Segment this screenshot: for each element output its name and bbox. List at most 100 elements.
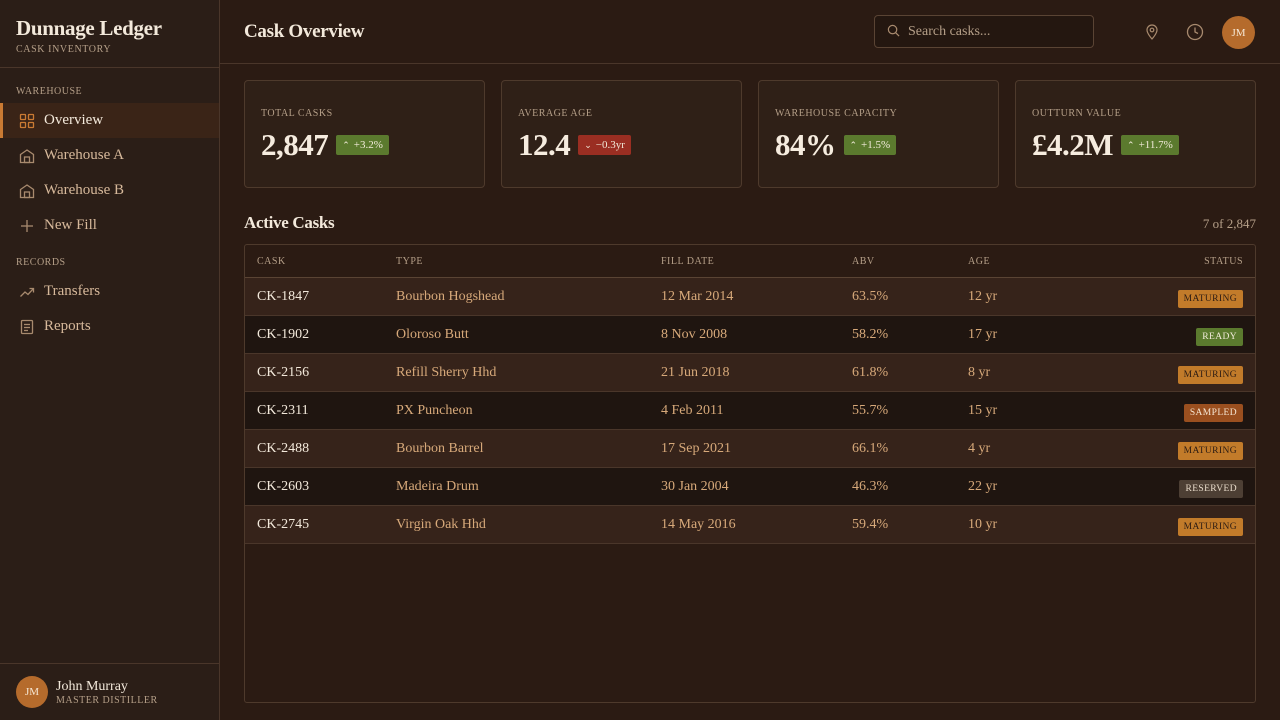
kpi-card-total-casks: Total Casks 2,847 ⌃ +3.2% [244, 80, 485, 188]
cell-age: 8 yr [968, 364, 991, 380]
status-badge: Maturing [1177, 517, 1243, 536]
trend-icon [18, 283, 35, 300]
arrow-up-icon: ⌃ [342, 139, 350, 150]
search-box[interactable] [874, 15, 1094, 48]
cell-cask: CK-2745 [257, 516, 310, 532]
cell-abv: 55.7% [852, 402, 889, 418]
cell-age: 17 yr [968, 326, 998, 342]
delta-value: −0.3yr [595, 139, 625, 151]
sidebar-item-reports[interactable]: Reports [0, 309, 219, 344]
kpi-label: Average Age [518, 108, 593, 119]
arrow-up-icon: ⌃ [1127, 139, 1135, 150]
sidebar-item-label: New Fill [44, 217, 97, 233]
kpi-value: £4.2M [1032, 127, 1114, 162]
warehouse-icon [18, 147, 35, 164]
status-badge: Sampled [1183, 403, 1243, 422]
clock-icon[interactable] [1185, 22, 1205, 42]
column-header-age[interactable]: Age [968, 256, 1118, 267]
arrow-down-icon: ⌄ [584, 139, 592, 150]
page-title: Cask Overview [244, 20, 365, 42]
location-pin-icon[interactable] [1142, 22, 1162, 42]
column-header-status[interactable]: Status [1118, 256, 1255, 267]
column-header-abv[interactable]: ABV [852, 256, 968, 267]
sidebar-item-label: Reports [44, 318, 91, 334]
sidebar-item-label: Warehouse A [44, 147, 125, 163]
cell-age: 15 yr [968, 402, 998, 418]
column-header-cask[interactable]: Cask [245, 256, 396, 267]
cell-abv: 66.1% [852, 440, 889, 456]
delta-value: +11.7% [1138, 139, 1173, 151]
search-input[interactable] [908, 23, 1078, 40]
sidebar-item-label: Overview [44, 112, 104, 128]
cell-fill-date: 30 Jan 2004 [661, 478, 729, 494]
user-profile[interactable]: JM John Murray Master Distiller [0, 663, 219, 720]
sidebar-item-label: Transfers [44, 283, 101, 299]
delta-badge: ⌃ +11.7% [1121, 135, 1179, 155]
cell-fill-date: 17 Sep 2021 [661, 440, 731, 456]
delta-badge: ⌃ +1.5% [843, 135, 897, 155]
cell-abv: 63.5% [852, 288, 889, 304]
cell-fill-date: 8 Nov 2008 [661, 326, 728, 342]
sidebar-item-transfers[interactable]: Transfers [0, 274, 219, 309]
kpi-value: 2,847 [261, 127, 329, 162]
table-row[interactable]: CK-2311 PX Puncheon 4 Feb 2011 55.7% 15 … [245, 392, 1255, 430]
status-badge: Maturing [1177, 289, 1243, 308]
sidebar-item-label: Warehouse B [44, 182, 125, 198]
cell-age: 12 yr [968, 288, 998, 304]
status-badge: Reserved [1179, 479, 1243, 498]
sidebar-item-warehouse-b[interactable]: Warehouse B [0, 173, 219, 208]
cell-type: Refill Sherry Hhd [396, 364, 497, 380]
cell-type: PX Puncheon [396, 402, 473, 418]
search-icon [887, 22, 900, 41]
cell-type: Madeira Drum [396, 478, 479, 494]
kpi-value: 84% [775, 127, 836, 162]
sidebar-item-warehouse-a[interactable]: Warehouse A [0, 138, 219, 173]
sidebar: Dunnage Ledger Cask Inventory Warehouse … [0, 0, 220, 720]
grid-icon [18, 112, 35, 129]
cell-abv: 59.4% [852, 516, 889, 532]
user-name: John Murray [56, 678, 128, 694]
avatar[interactable]: JM [1222, 16, 1255, 49]
cell-abv: 58.2% [852, 326, 889, 342]
cell-cask: CK-2156 [257, 364, 310, 380]
delta-value: +3.2% [353, 139, 383, 151]
cell-age: 4 yr [968, 440, 991, 456]
record-count: 7 of 2,847 [1202, 216, 1256, 231]
table-row[interactable]: CK-1847 Bourbon Hogshead 12 Mar 2014 63.… [245, 278, 1255, 316]
table-row[interactable]: CK-2156 Refill Sherry Hhd 21 Jun 2018 61… [245, 354, 1255, 392]
table-header: Cask Type Fill Date ABV Age Status [245, 245, 1255, 278]
kpi-card-average-age: Average Age 12.4 ⌄ −0.3yr [501, 80, 742, 188]
kpi-label: Outturn Value [1032, 108, 1122, 119]
cell-abv: 61.8% [852, 364, 889, 380]
status-badge: Ready [1196, 327, 1243, 346]
table-row[interactable]: CK-2488 Bourbon Barrel 17 Sep 2021 66.1%… [245, 430, 1255, 468]
brand: Dunnage Ledger Cask Inventory [0, 0, 219, 68]
table-row[interactable]: CK-2603 Madeira Drum 30 Jan 2004 46.3% 2… [245, 468, 1255, 506]
sidebar-item-overview[interactable]: Overview [0, 103, 219, 138]
avatar: JM [16, 676, 48, 708]
kpi-value: 12.4 [518, 127, 571, 162]
cell-fill-date: 4 Feb 2011 [661, 402, 724, 418]
brand-subtitle: Cask Inventory [16, 44, 112, 55]
cell-age: 22 yr [968, 478, 998, 494]
document-icon [18, 318, 35, 335]
table-row[interactable]: CK-1902 Oloroso Butt 8 Nov 2008 58.2% 17… [245, 316, 1255, 354]
cell-cask: CK-2311 [257, 402, 309, 418]
cell-type: Bourbon Barrel [396, 440, 484, 456]
status-badge: Maturing [1177, 441, 1243, 460]
section-title: Active Casks [244, 213, 335, 232]
cell-type: Oloroso Butt [396, 326, 469, 342]
cell-age: 10 yr [968, 516, 998, 532]
cell-fill-date: 21 Jun 2018 [661, 364, 730, 380]
sidebar-item-new-fill[interactable]: New Fill [0, 208, 219, 243]
cell-cask: CK-2488 [257, 440, 310, 456]
brand-title: Dunnage Ledger [16, 16, 162, 40]
table-row[interactable]: CK-2745 Virgin Oak Hhd 14 May 2016 59.4%… [245, 506, 1255, 544]
kpi-card-warehouse-capacity: Warehouse Capacity 84% ⌃ +1.5% [758, 80, 999, 188]
column-header-fill-date[interactable]: Fill Date [661, 256, 852, 267]
delta-badge: ⌄ −0.3yr [578, 135, 631, 155]
column-header-type[interactable]: Type [396, 256, 661, 267]
arrow-up-icon: ⌃ [849, 139, 858, 150]
user-role: Master Distiller [56, 694, 158, 706]
status-badge: Maturing [1177, 365, 1243, 384]
